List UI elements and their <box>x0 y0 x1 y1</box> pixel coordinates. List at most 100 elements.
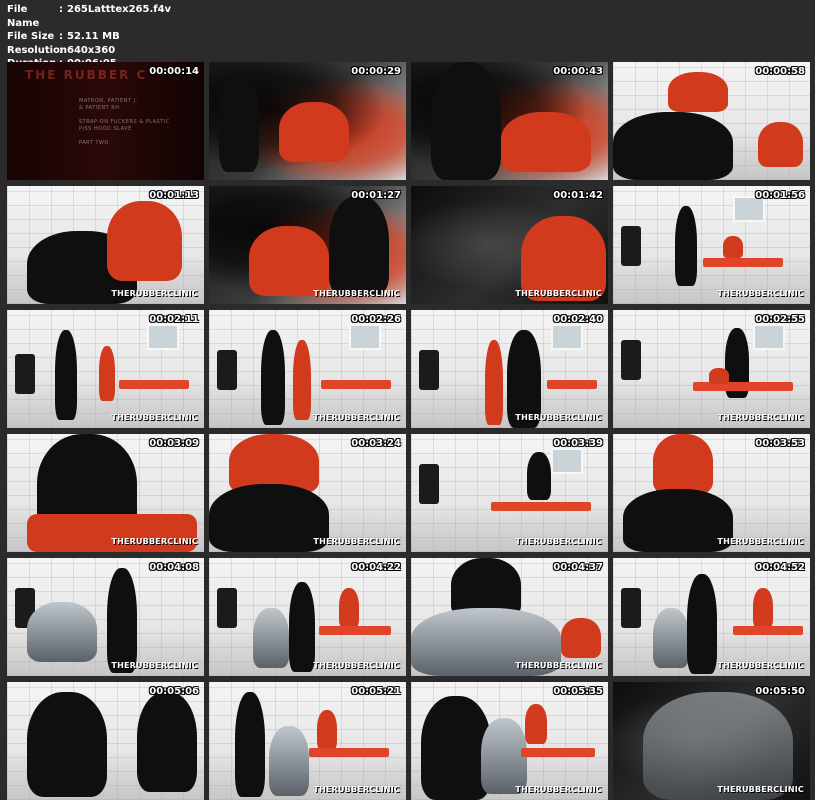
timestamp: 00:03:53 <box>755 438 805 449</box>
frame-detail <box>217 588 237 628</box>
frame-detail <box>293 340 311 420</box>
frame-detail <box>107 201 182 281</box>
thumbnail[interactable]: THERUBBERCLINIC 00:03:39 <box>411 434 608 552</box>
watermark: THERUBBERCLINIC <box>111 413 198 422</box>
frame-detail <box>485 340 503 425</box>
frame-detail <box>551 324 583 350</box>
thumbnail[interactable]: 00:00:29 <box>209 62 406 180</box>
file-info-panel: File Name : 265Latttex265.f4v File Size … <box>7 3 171 71</box>
timestamp: 00:05:50 <box>755 686 805 697</box>
timestamp: 00:02:26 <box>351 314 401 325</box>
frame-detail <box>217 350 237 390</box>
contact-sheet: File Name : 265Latttex265.f4v File Size … <box>0 0 815 800</box>
frame-detail <box>753 324 785 350</box>
frame-detail <box>621 588 641 628</box>
timestamp: 00:04:08 <box>149 562 199 573</box>
timestamp: 00:04:37 <box>553 562 603 573</box>
frame-detail <box>419 464 439 504</box>
watermark: THERUBBERCLINIC <box>111 289 198 298</box>
frame-detail <box>653 434 713 494</box>
thumbnail[interactable]: THERUBBERCLINIC 00:05:21 <box>209 682 406 800</box>
thumbnail[interactable]: THERUBBERCLINIC 00:04:22 <box>209 558 406 676</box>
thumbnail[interactable]: THERUBBERCLINIC 00:02:11 <box>7 310 204 428</box>
thumbnail[interactable]: THERUBBERCLINIC 00:02:55 <box>613 310 810 428</box>
thumbnail[interactable]: 00:05:06 <box>7 682 204 800</box>
thumbnail[interactable]: THERUBBERCLINIC 00:01:42 <box>411 186 608 304</box>
frame-detail <box>703 258 783 267</box>
thumbnail[interactable]: THERUBBERCLINIC 00:02:40 <box>411 310 608 428</box>
frame-detail <box>289 582 315 672</box>
timestamp: 00:05:21 <box>351 686 401 697</box>
timestamp: 00:01:13 <box>149 190 199 201</box>
file-size-value: 52.11 MB <box>67 31 120 42</box>
timestamp: 00:00:58 <box>755 66 805 77</box>
frame-detail <box>107 568 137 673</box>
frame-detail <box>27 692 107 797</box>
watermark: THERUBBERCLINIC <box>717 785 804 794</box>
frame-detail <box>309 748 389 757</box>
timestamp: 00:03:09 <box>149 438 199 449</box>
frame-detail <box>431 62 501 180</box>
frame-detail <box>758 122 803 167</box>
thumbnail[interactable]: THERUBBERCLINIC 00:04:52 <box>613 558 810 676</box>
file-size-label: File Size <box>7 31 55 42</box>
watermark: THERUBBERCLINIC <box>515 413 602 422</box>
timestamp: 00:02:11 <box>149 314 199 325</box>
watermark: THERUBBERCLINIC <box>717 661 804 670</box>
thumbnail-grid: THE RUBBER C MATRON, PATIENT J. & PATIEN… <box>7 62 810 800</box>
watermark: THERUBBERCLINIC <box>717 537 804 546</box>
resolution-row: Resolution : 640x360 <box>7 44 171 58</box>
title-card-text: MATRON, PATIENT J. & PATIENT RH. STRAP-O… <box>79 98 170 147</box>
frame-detail <box>561 618 601 658</box>
thumbnail[interactable]: THERUBBERCLINIC 00:01:56 <box>613 186 810 304</box>
frame-detail <box>317 710 337 750</box>
title-card-line <box>79 133 170 140</box>
timestamp: 00:02:55 <box>755 314 805 325</box>
thumbnail[interactable]: THERUBBERCLINIC 00:03:24 <box>209 434 406 552</box>
thumbnail[interactable]: 00:00:43 <box>411 62 608 180</box>
thumbnail[interactable]: THERUBBERCLINIC 00:04:37 <box>411 558 608 676</box>
frame-detail <box>349 324 381 350</box>
thumbnail[interactable]: THERUBBERCLINIC 00:02:26 <box>209 310 406 428</box>
frame-detail <box>613 112 733 180</box>
frame-detail <box>219 72 259 172</box>
frame-detail <box>55 330 77 420</box>
frame-detail <box>709 368 729 384</box>
thumbnail[interactable]: THERUBBERCLINIC 00:05:50 <box>613 682 810 800</box>
frame-detail <box>253 608 289 668</box>
frame-detail <box>319 626 391 635</box>
frame-detail <box>621 340 641 380</box>
watermark: THERUBBERCLINIC <box>515 785 602 794</box>
frame-detail <box>321 380 391 389</box>
thumbnail[interactable]: THERUBBERCLINIC 00:04:08 <box>7 558 204 676</box>
frame-detail <box>621 226 641 266</box>
timestamp: 00:04:22 <box>351 562 401 573</box>
watermark: THERUBBERCLINIC <box>515 289 602 298</box>
file-name-label: File Name <box>7 4 40 29</box>
watermark: THERUBBERCLINIC <box>313 289 400 298</box>
timestamp: 00:01:42 <box>553 190 603 201</box>
timestamp: 00:05:06 <box>149 686 199 697</box>
thumbnail[interactable]: THERUBBERCLINIC 00:03:53 <box>613 434 810 552</box>
title-card-line <box>79 112 170 119</box>
frame-detail <box>339 588 359 628</box>
thumbnail[interactable]: THERUBBERCLINIC 00:01:27 <box>209 186 406 304</box>
file-size-row: File Size : 52.11 MB <box>7 30 171 44</box>
title-card-line: & PATIENT RH. <box>79 105 122 111</box>
timestamp: 00:03:39 <box>553 438 603 449</box>
frame-detail <box>209 484 329 552</box>
frame-detail <box>137 692 197 792</box>
frame-detail <box>723 236 743 258</box>
frame-detail <box>329 196 389 296</box>
thumbnail[interactable]: THERUBBERCLINIC 00:05:35 <box>411 682 608 800</box>
thumbnail[interactable]: THERUBBERCLINIC 00:03:09 <box>7 434 204 552</box>
frame-detail <box>261 330 285 425</box>
thumbnail[interactable]: THE RUBBER C MATRON, PATIENT J. & PATIEN… <box>7 62 204 180</box>
frame-detail <box>527 452 551 500</box>
frame-detail <box>693 382 793 391</box>
thumbnail[interactable]: 00:00:58 <box>613 62 810 180</box>
frame-detail <box>419 350 439 390</box>
thumbnail[interactable]: THERUBBERCLINIC 00:01:13 <box>7 186 204 304</box>
watermark: THERUBBERCLINIC <box>515 537 602 546</box>
title-card-line: PISS HOOD SLAVE <box>79 126 132 132</box>
